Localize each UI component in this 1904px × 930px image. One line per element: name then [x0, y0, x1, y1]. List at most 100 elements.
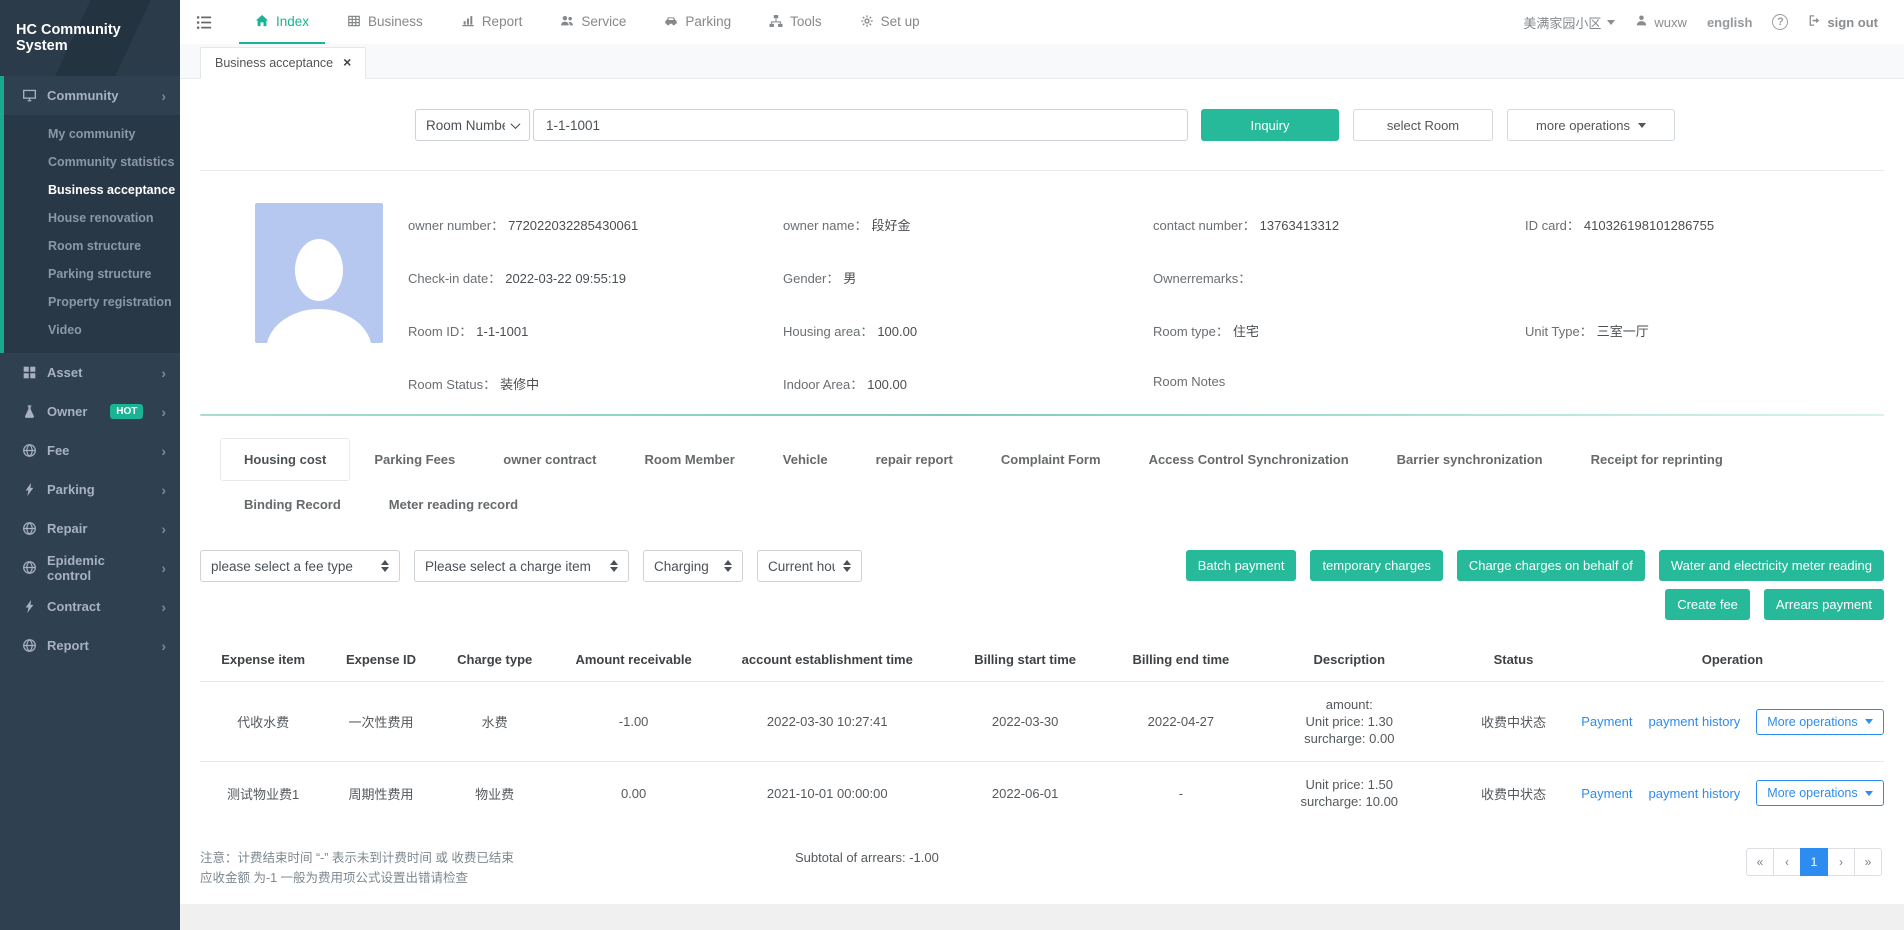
page-button[interactable]: › [1827, 848, 1855, 876]
inquiry-button[interactable]: Inquiry [1201, 109, 1339, 141]
house-select[interactable]: Current house [757, 550, 862, 582]
language-switch[interactable]: english [1707, 15, 1753, 30]
field-label: Room Notes [1153, 374, 1225, 389]
sidebar-item-contract[interactable]: Contract› [0, 587, 180, 626]
sidebar-group-fee: Fee› [0, 431, 180, 470]
fee-type-select[interactable]: please select a fee type [200, 550, 400, 582]
detail-tab-access-control-synchronization[interactable]: Access Control Synchronization [1125, 438, 1373, 481]
field-label: Room type： [1153, 324, 1229, 339]
payment-link[interactable]: Payment [1581, 786, 1632, 801]
sidebar-item-parking[interactable]: Parking› [0, 470, 180, 509]
detail-tab-complaint-form[interactable]: Complaint Form [977, 438, 1125, 481]
water-and-electricity-meter-reading-button[interactable]: Water and electricity meter reading [1659, 550, 1884, 581]
more-operations-dropdown[interactable]: more operations [1507, 109, 1675, 141]
owner-field-housing-area: Housing area：100.00 [783, 321, 1153, 340]
row-more-operations-dropdown[interactable]: More operations [1756, 709, 1883, 735]
page-button-current[interactable]: 1 [1800, 848, 1828, 876]
detail-tab-vehicle[interactable]: Vehicle [759, 438, 852, 481]
topnav-right: 美满家园小区 wuxw english ? sign out [1523, 0, 1878, 44]
sidebar-subitem-property-registration[interactable]: Property registration [4, 288, 180, 316]
sidebar-item-epidemic[interactable]: Epidemic control› [0, 548, 180, 587]
cell-billing-end-time: - [1109, 762, 1252, 825]
arrears-payment-button[interactable]: Arrears payment [1764, 589, 1884, 620]
tab-business-acceptance[interactable]: Business acceptance × [200, 47, 366, 79]
search-type-select[interactable]: Room Number [415, 109, 530, 141]
payment-history-link[interactable]: payment history [1649, 786, 1741, 801]
column-header-billing-start-time: Billing start time [941, 646, 1109, 682]
sidebar-nav: Community› My communityCommunity statisti… [0, 76, 180, 665]
detail-tab-receipt-for-reprinting[interactable]: Receipt for reprinting [1567, 438, 1747, 481]
fee-notes: 注意：计费结束时间 “-” 表示未到计费时间 或 收费已结束 应收金额 为-1 … [200, 848, 785, 888]
nav-item-business[interactable]: Business [331, 0, 439, 44]
help-icon[interactable]: ? [1772, 14, 1788, 30]
page-button[interactable]: « [1746, 848, 1774, 876]
page-button[interactable]: » [1854, 848, 1882, 876]
chevron-down-icon [1607, 20, 1615, 25]
community-selector[interactable]: 美满家园小区 [1523, 13, 1615, 32]
nav-item-parking[interactable]: Parking [648, 0, 747, 44]
detail-tab-repair-report[interactable]: repair report [852, 438, 977, 481]
globe-icon [22, 638, 37, 653]
column-header-billing-end-time: Billing end time [1109, 646, 1252, 682]
detail-tab-binding-record[interactable]: Binding Record [220, 483, 365, 526]
temporary-charges-button[interactable]: temporary charges [1310, 550, 1442, 581]
sidebar-subitem-parking-structure[interactable]: Parking structure [4, 260, 180, 288]
actions-row: Create fee Arrears payment [1665, 589, 1884, 620]
arrears-subtotal: Subtotal of arrears: -1.00 [795, 848, 939, 865]
detail-tab-owner-contract[interactable]: owner contract [479, 438, 620, 481]
sort-arrows-icon [843, 560, 851, 572]
sidebar-item-owner[interactable]: OwnerHOT› [0, 392, 180, 431]
room-number-input[interactable] [533, 109, 1188, 141]
users-icon [560, 14, 574, 28]
chevron-right-icon: › [161, 561, 166, 575]
sidebar-subitem-video[interactable]: Video [4, 316, 180, 344]
sidebar-subitem-business-acceptance[interactable]: Business acceptance [4, 176, 180, 204]
sidebar-item-report[interactable]: Report› [0, 626, 180, 665]
fee-filter-selects: please select a fee type Please select a … [200, 550, 862, 582]
row-more-operations-dropdown[interactable]: More operations [1756, 780, 1883, 806]
sidebar-item-asset[interactable]: Asset› [0, 353, 180, 392]
sidebar-subitem-community-statistics[interactable]: Community statistics [4, 148, 180, 176]
nav-item-service[interactable]: Service [544, 0, 642, 44]
sidebar-subitem-house-renovation[interactable]: House renovation [4, 204, 180, 232]
sign-out-label: sign out [1827, 15, 1878, 30]
nav-item-tools[interactable]: Tools [753, 0, 838, 44]
charging-select[interactable]: Charging [643, 550, 743, 582]
nav-item-label: Tools [790, 14, 822, 29]
payment-history-link[interactable]: payment history [1649, 714, 1741, 729]
payment-link[interactable]: Payment [1581, 714, 1632, 729]
sidebar-item-community[interactable]: Community› [4, 76, 180, 115]
cell-billing-end-time: 2022-04-27 [1109, 682, 1252, 762]
sidebar-subitem-room-structure[interactable]: Room structure [4, 232, 180, 260]
detail-tab-room-member[interactable]: Room Member [620, 438, 758, 481]
detail-tab-parking-fees[interactable]: Parking Fees [350, 438, 479, 481]
fee-table-header: Expense itemExpense IDCharge typeAmount … [200, 646, 1884, 682]
detail-tab-housing-cost[interactable]: Housing cost [220, 438, 350, 481]
cell-expense-id: 一次性费用 [326, 682, 435, 762]
user-menu[interactable]: wuxw [1635, 14, 1687, 30]
select-room-button[interactable]: select Room [1353, 109, 1493, 141]
nav-item-report[interactable]: Report [445, 0, 539, 44]
field-label: Room ID： [408, 324, 472, 339]
empty-cell [1525, 268, 1884, 287]
create-fee-button[interactable]: Create fee [1665, 589, 1750, 620]
charge-charges-on-behalf-of-button[interactable]: Charge charges on behalf of [1457, 550, 1645, 581]
column-header-status: Status [1446, 646, 1581, 682]
field-label: Check-in date： [408, 271, 501, 286]
field-label: Unit Type： [1525, 324, 1593, 339]
charge-item-select[interactable]: Please select a charge item [414, 550, 629, 582]
nav-item-setup[interactable]: Set up [844, 0, 936, 44]
batch-payment-button[interactable]: Batch payment [1186, 550, 1297, 581]
page-button[interactable]: ‹ [1773, 848, 1801, 876]
description-line: Unit price: 1.50 [1256, 776, 1442, 793]
sidebar-item-repair[interactable]: Repair› [0, 509, 180, 548]
sign-out-button[interactable]: sign out [1808, 14, 1878, 30]
close-icon[interactable]: × [343, 57, 351, 68]
bolt-icon [22, 482, 37, 497]
nav-item-index[interactable]: Index [239, 0, 325, 44]
detail-tab-meter-reading-record[interactable]: Meter reading record [365, 483, 542, 526]
sidebar-item-fee[interactable]: Fee› [0, 431, 180, 470]
sidebar-toggle-button[interactable] [196, 0, 213, 44]
detail-tab-barrier-synchronization[interactable]: Barrier synchronization [1373, 438, 1567, 481]
sidebar-subitem-my-community[interactable]: My community [4, 120, 180, 148]
